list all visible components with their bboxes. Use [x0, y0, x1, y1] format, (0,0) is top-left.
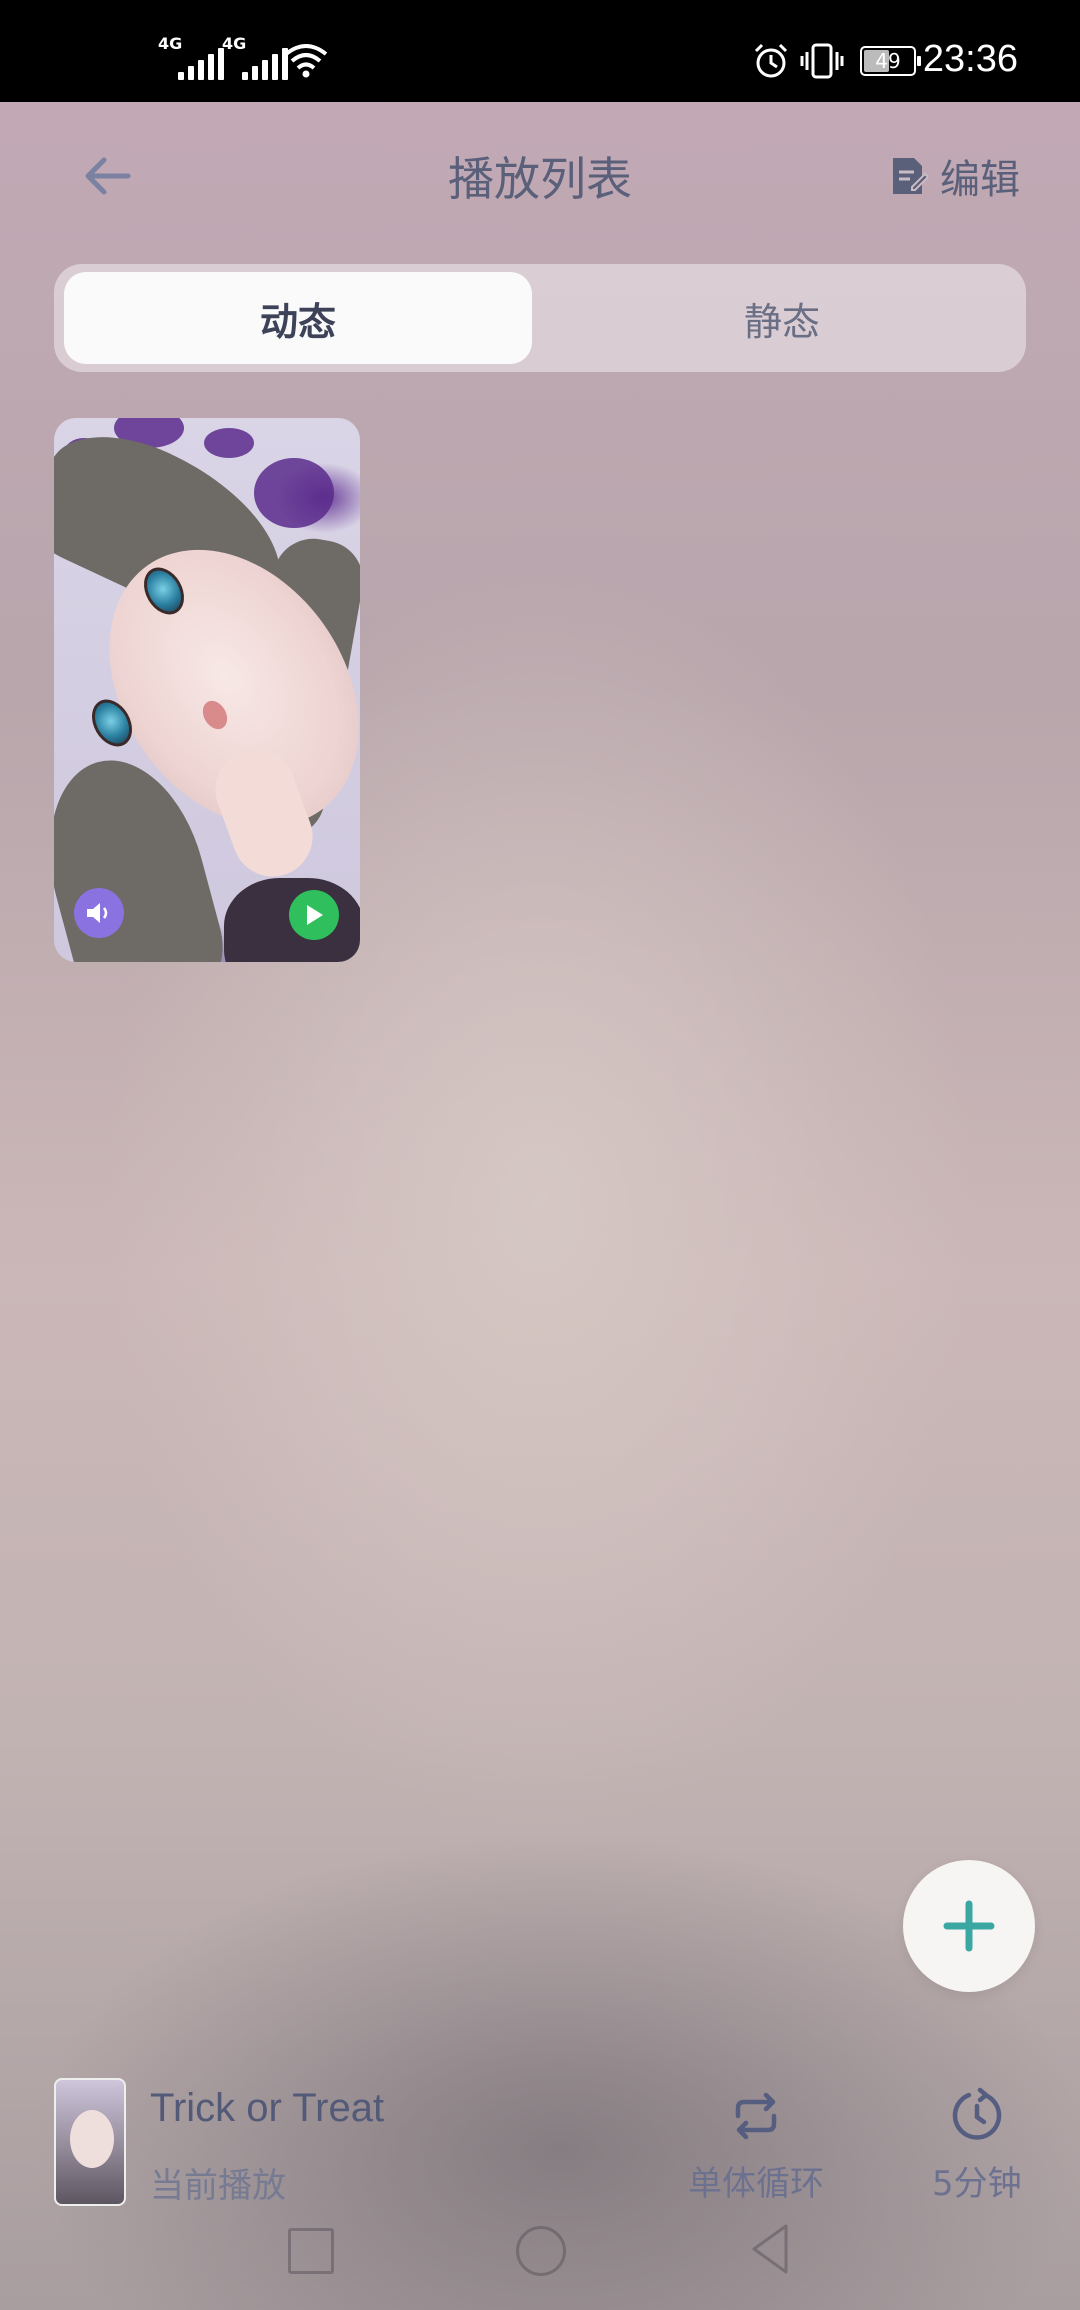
- network-type-label: 4G: [222, 34, 247, 53]
- segmented-tabs: 动态 静态: [54, 264, 1026, 372]
- status-time: 23:36: [922, 38, 1018, 80]
- speaker-icon: [87, 903, 108, 923]
- tab-static[interactable]: 静态: [548, 272, 1016, 364]
- cellular-signal-icon: 4G: [222, 34, 288, 80]
- now-playing-subtitle: 当前播放: [150, 2166, 286, 2206]
- now-playing-thumbnail[interactable]: [54, 2078, 126, 2206]
- network-type-label: 4G: [158, 34, 183, 53]
- play-icon: [307, 905, 323, 925]
- sound-toggle-button[interactable]: [74, 888, 124, 938]
- loop-mode-label: 单体循环: [688, 2164, 824, 2204]
- edit-button[interactable]: 编辑: [890, 148, 1020, 204]
- vibrate-icon: [800, 43, 844, 79]
- status-bar: 4G 4G 49 23:36: [0, 0, 1080, 102]
- battery-icon: 49: [860, 46, 921, 76]
- recent-apps-button[interactable]: [288, 2228, 334, 2274]
- wifi-icon: [284, 44, 328, 78]
- edit-document-icon: [893, 158, 928, 194]
- loop-mode-button[interactable]: 单体循环: [688, 2086, 824, 2205]
- play-button[interactable]: [289, 890, 339, 940]
- repeat-icon: [735, 2092, 777, 2140]
- alarm-icon: [754, 43, 788, 78]
- add-button[interactable]: [903, 1860, 1035, 1992]
- wallpaper-card[interactable]: [54, 418, 360, 962]
- cellular-signal-icon: 4G: [158, 34, 224, 80]
- timer-button[interactable]: 5分钟: [932, 2086, 1022, 2205]
- timer-icon: [952, 2087, 1002, 2140]
- edit-label: 编辑: [940, 157, 1020, 203]
- battery-level: 49: [875, 49, 901, 73]
- tab-dynamic[interactable]: 动态: [64, 272, 532, 364]
- nav-back-button[interactable]: [746, 2222, 796, 2276]
- plus-icon: [943, 1900, 995, 1952]
- now-playing-title: Trick or Treat: [150, 2086, 385, 2130]
- timer-label: 5分钟: [932, 2164, 1022, 2204]
- home-button[interactable]: [516, 2226, 566, 2276]
